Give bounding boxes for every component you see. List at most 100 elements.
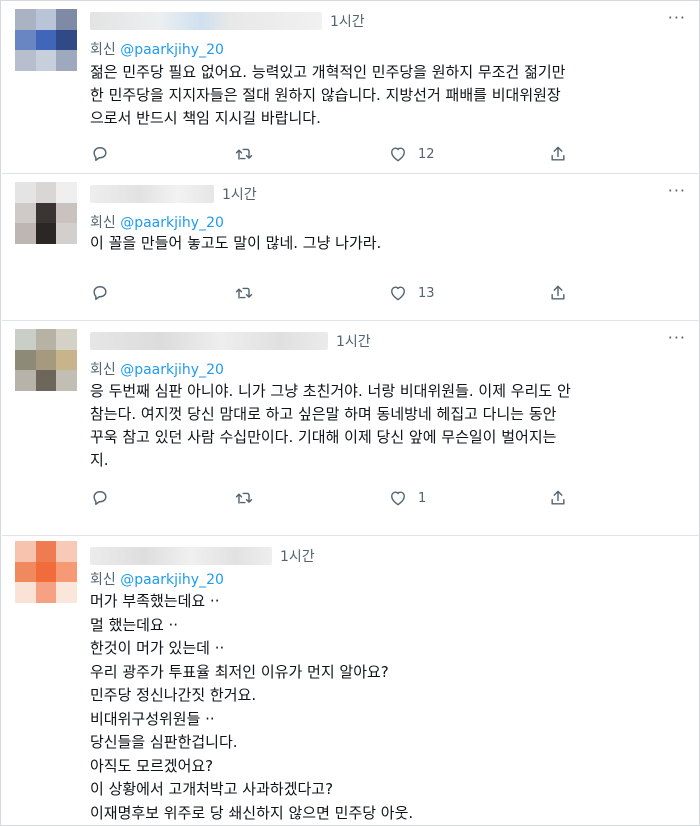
share-button[interactable] — [548, 283, 568, 303]
like-button[interactable]: 1 — [388, 488, 426, 508]
author-name-blurred[interactable] — [90, 185, 214, 203]
tweet-text-line: 멀 했는데요 ·· — [90, 615, 179, 634]
retweet-icon — [235, 287, 253, 299]
reply-prefix: 회신 — [90, 572, 116, 588]
tweet-text-line: 으로서 반드시 책임 지시길 바랍니다. — [90, 109, 321, 127]
reply-thread: 1시간 ··· 회신 @paarkjihy_20 젊은 민주당 필요 없어요. … — [0, 0, 700, 826]
avatar[interactable] — [15, 329, 77, 391]
reply-icon — [93, 491, 107, 505]
avatar-mosaic-cell — [35, 29, 57, 51]
avatar-mosaic-cell — [15, 541, 36, 562]
tweet-text-line: 아직도 모르겠어요? — [90, 756, 214, 775]
tweet-text: 머가 부족했는데요 ·· 멀 했는데요 ·· 한것이 머가 있는데 ·· 우리 … — [90, 590, 680, 825]
share-icon — [551, 146, 565, 161]
avatar-mosaic-cell — [56, 223, 77, 244]
tweet-text-line: 비대위구성위원들 ·· — [90, 709, 215, 728]
reply-handle-link[interactable]: @paarkjihy_20 — [120, 215, 224, 231]
tweet-text-line: 당신들을 심판한겁니다. — [90, 733, 238, 751]
share-button[interactable] — [548, 488, 568, 508]
more-icon[interactable]: ··· — [668, 10, 686, 26]
avatar-mosaic-cell — [56, 349, 77, 371]
tweet-text-line: 젊은 민주당 필요 없어요. 능력있고 개혁적인 민주당을 원하지 무조건 젊기… — [90, 63, 566, 81]
avatar-mosaic-cell — [15, 50, 36, 71]
retweet-icon — [235, 148, 253, 160]
tweet-text-line: 꾸욱 참고 있던 사람 수십만이다. 기대해 이제 당신 앞에 무슨일이 벌어지… — [90, 428, 557, 446]
avatar-mosaic-cell — [56, 9, 77, 30]
tweet-text-line: 민주당 정신나간짓 한거요. — [90, 686, 257, 704]
reply-handle-link[interactable]: @paarkjihy_20 — [120, 572, 224, 588]
reply-button[interactable] — [90, 144, 110, 164]
retweet-button[interactable] — [234, 144, 254, 164]
like-icon — [391, 286, 405, 301]
avatar-mosaic-cell — [35, 582, 57, 603]
reply-icon — [93, 147, 107, 161]
avatar-mosaic-cell — [15, 561, 36, 583]
replying-to: 회신 @paarkjihy_20 — [90, 39, 224, 59]
tweet-text-line: 우리 광주가 투표율 최저인 이유가 먼지 알아요? — [90, 662, 389, 681]
reply-tweet-1[interactable]: 1시간 ··· 회신 @paarkjihy_20 젊은 민주당 필요 없어요. … — [2, 1, 700, 174]
reply-prefix: 회신 — [90, 42, 116, 58]
avatar-mosaic-cell — [15, 370, 36, 391]
author-name-blurred[interactable] — [90, 332, 328, 350]
author-name-blurred[interactable] — [90, 12, 322, 30]
avatar[interactable] — [15, 9, 77, 71]
avatar[interactable] — [15, 182, 77, 244]
avatar-mosaic-cell — [35, 202, 57, 224]
like-button[interactable]: 13 — [388, 283, 435, 303]
avatar-mosaic-cell — [56, 370, 77, 391]
avatar-mosaic-cell — [35, 9, 57, 30]
retweet-button[interactable] — [234, 488, 254, 508]
avatar-mosaic-cell — [15, 582, 36, 603]
tweet-time[interactable]: 1시간 — [336, 331, 371, 351]
avatar-mosaic-cell — [56, 582, 77, 603]
more-icon[interactable]: ··· — [668, 330, 686, 346]
avatar-mosaic-cell — [35, 561, 57, 583]
share-button[interactable] — [548, 144, 568, 164]
reply-handle-link[interactable]: @paarkjihy_20 — [120, 42, 224, 58]
retweet-button[interactable] — [234, 283, 254, 303]
reply-tweet-2[interactable]: 1시간 ··· 회신 @paarkjihy_20 이 꼴을 만들어 놓고도 말이… — [2, 174, 700, 321]
tweet-text-line: 이재명후보 위주로 당 쇄신하지 않으면 민주당 아웃. — [90, 803, 414, 822]
tweet-time[interactable]: 1시간 — [330, 11, 365, 31]
tweet-actions: 13 — [90, 283, 570, 305]
avatar-mosaic-cell — [35, 349, 57, 371]
like-button[interactable]: 12 — [388, 144, 435, 164]
avatar-mosaic-cell — [15, 349, 36, 371]
reply-prefix: 회신 — [90, 362, 116, 378]
replying-to: 회신 @paarkjihy_20 — [90, 359, 224, 379]
like-count: 1 — [418, 490, 427, 506]
more-icon[interactable]: ··· — [668, 183, 686, 199]
tweet-text: 응 두번째 심판 아니야. 니가 그냥 초친거야. 너랑 비대위원들. 이제 우… — [90, 380, 680, 472]
avatar-mosaic-cell — [35, 370, 57, 391]
like-icon — [391, 491, 405, 506]
like-count: 13 — [418, 285, 435, 301]
avatar-mosaic-cell — [56, 561, 77, 583]
tweet-text: 이 꼴을 만들어 놓고도 말이 많네. 그냥 나가라. — [90, 232, 680, 255]
tweet-header: 1시간 — [90, 182, 257, 206]
tweet-header: 1시간 — [90, 329, 371, 353]
avatar[interactable] — [15, 541, 77, 603]
tweet-text-line: 한 민주당을 지지자들은 절대 원하지 않습니다. 지방선거 패배를 비대위원장 — [90, 86, 561, 104]
like-count: 12 — [418, 146, 435, 162]
avatar-mosaic-cell — [15, 202, 36, 224]
tweet-actions: 12 — [90, 144, 570, 166]
avatar-mosaic-cell — [56, 541, 77, 562]
tweet-text: 젊은 민주당 필요 없어요. 능력있고 개혁적인 민주당을 원하지 무조건 젊기… — [90, 61, 680, 130]
reply-handle-link[interactable]: @paarkjihy_20 — [120, 362, 224, 378]
replying-to: 회신 @paarkjihy_20 — [90, 212, 224, 232]
reply-button[interactable] — [90, 488, 110, 508]
author-name-blurred[interactable] — [90, 547, 272, 565]
reply-tweet-3[interactable]: 1시간 ··· 회신 @paarkjihy_20 응 두번째 심판 아니야. 니… — [2, 321, 700, 536]
avatar-mosaic-cell — [56, 50, 77, 71]
reply-tweet-4[interactable]: 1시간 회신 @paarkjihy_20 머가 부족했는데요 ·· 멀 했는데요… — [2, 536, 700, 826]
tweet-text-line: 머가 부족했는데요 ·· — [90, 592, 220, 610]
reply-icon — [93, 286, 107, 300]
avatar-mosaic-cell — [15, 329, 36, 350]
tweet-time[interactable]: 1시간 — [222, 184, 257, 204]
avatar-mosaic-cell — [35, 182, 57, 203]
avatar-mosaic-cell — [35, 329, 57, 350]
tweet-time[interactable]: 1시간 — [280, 546, 315, 566]
share-icon — [551, 490, 565, 505]
tweet-header: 1시간 — [90, 544, 315, 568]
reply-button[interactable] — [90, 283, 110, 303]
